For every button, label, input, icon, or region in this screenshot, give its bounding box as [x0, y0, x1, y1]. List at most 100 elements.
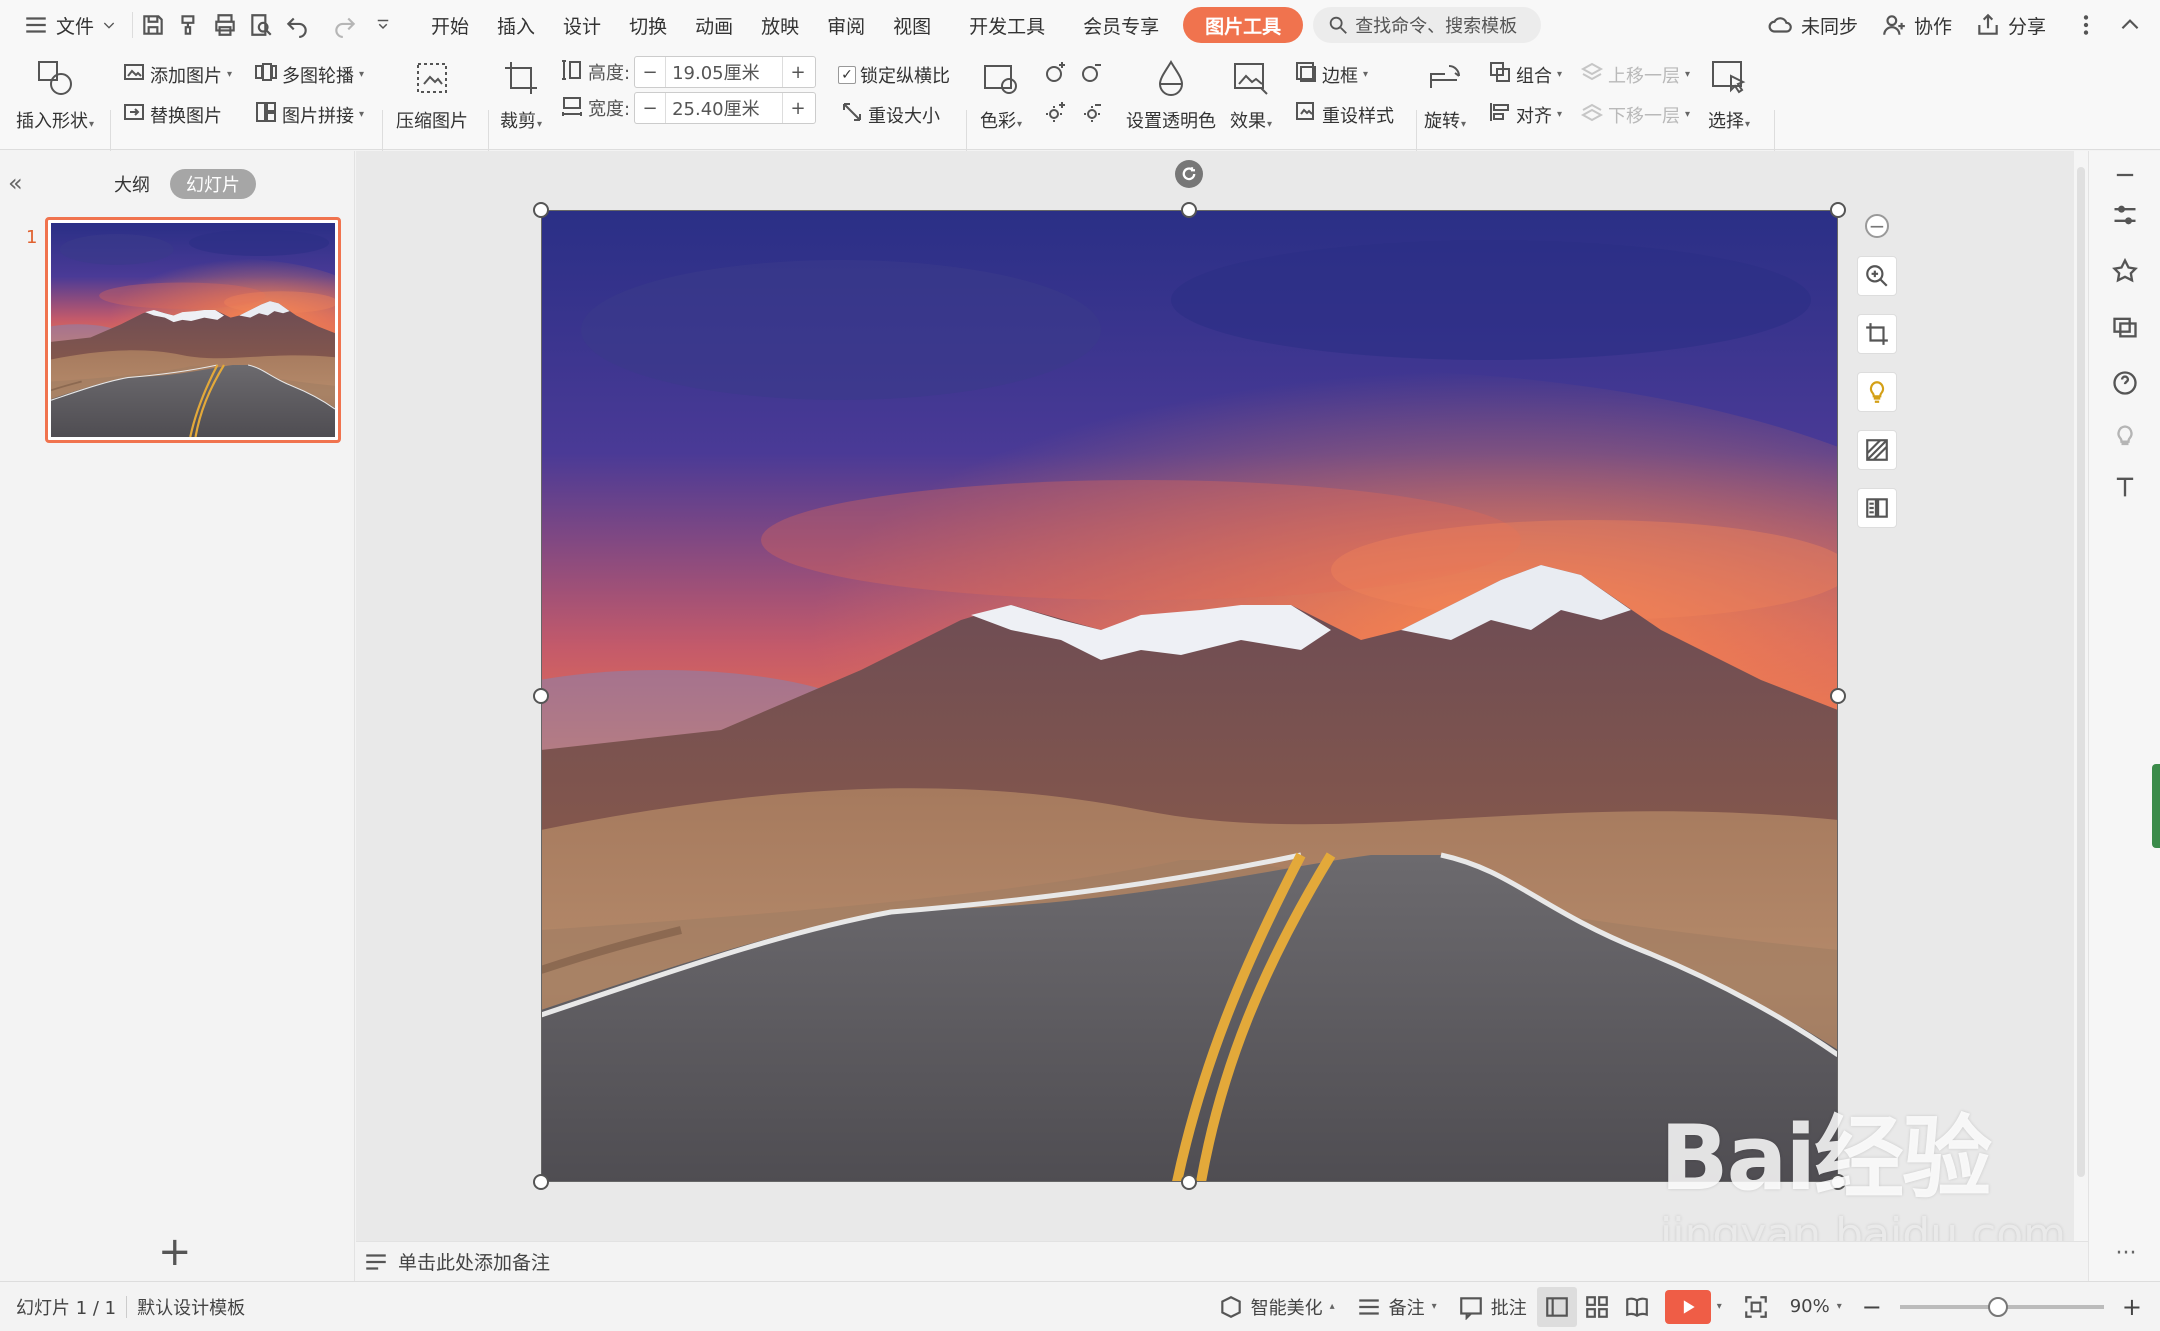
slide-thumbnail[interactable]	[45, 217, 341, 443]
quick-access-more-icon[interactable]	[369, 11, 397, 39]
share-button[interactable]: 分享	[1966, 5, 2054, 45]
side-panel-tab[interactable]	[2152, 764, 2160, 848]
zoom-out-button[interactable]: −	[1852, 1287, 1892, 1327]
search-box[interactable]: 查找命令、搜索模板	[1313, 7, 1542, 43]
redo-icon[interactable]	[331, 11, 359, 39]
undo-icon[interactable]	[283, 11, 311, 39]
compress-image-button[interactable]: 压缩图片	[396, 58, 468, 133]
height-decrease-button[interactable]: −	[635, 62, 665, 83]
contrast-increase-button[interactable]	[1044, 60, 1068, 89]
smart-tool[interactable]	[1857, 372, 1897, 412]
tab-transition[interactable]: 切换	[615, 7, 681, 43]
select-button[interactable]: 选择▾	[1708, 58, 1750, 133]
more-horizontal-icon[interactable]: ···	[2111, 1241, 2141, 1271]
format-painter-icon[interactable]	[175, 11, 203, 39]
brightness-increase-button[interactable]	[1044, 100, 1068, 129]
resize-handle-bottom-left[interactable]	[533, 1174, 549, 1190]
help-icon[interactable]	[2111, 369, 2141, 399]
add-slide-button[interactable]: +	[158, 1229, 192, 1275]
tab-animation[interactable]: 动画	[681, 7, 747, 43]
slide-transition-icon[interactable]	[2111, 313, 2141, 343]
insert-shape-button[interactable]: 插入形状▾	[16, 58, 94, 133]
rotate-button[interactable]: 旋转▾	[1424, 58, 1466, 133]
save-icon[interactable]	[139, 11, 167, 39]
smart-beautify-button[interactable]: 智能美化 ▴	[1207, 1287, 1345, 1327]
width-increase-button[interactable]: +	[783, 98, 813, 119]
collaborate-button[interactable]: 协作	[1872, 5, 1960, 45]
sync-button[interactable]: 未同步	[1759, 5, 1866, 45]
set-transparent-color-button[interactable]: 设置透明色	[1126, 58, 1216, 133]
tab-slideshow[interactable]: 放映	[747, 7, 813, 43]
template-name[interactable]: 默认设计模板	[127, 1287, 255, 1327]
width-input[interactable]	[665, 93, 784, 123]
text-format-icon[interactable]	[2111, 473, 2141, 503]
resize-handle-top[interactable]	[1181, 202, 1197, 218]
effects-button[interactable]: 效果▾	[1230, 58, 1272, 133]
collapse-panel-icon[interactable]: «	[8, 169, 23, 197]
properties-icon[interactable]	[2111, 201, 2141, 231]
scrollbar-thumb[interactable]	[2077, 167, 2085, 1177]
resize-handle-top-left[interactable]	[533, 202, 549, 218]
resize-handle-left[interactable]	[533, 688, 549, 704]
notes-toggle-button[interactable]: 备注 ▾	[1345, 1287, 1447, 1327]
border-button[interactable]: 边框 ▾	[1294, 60, 1368, 89]
picture-style-tool[interactable]	[1857, 430, 1897, 470]
tab-design[interactable]: 设计	[549, 7, 615, 43]
collapse-toolbar-button[interactable]: −	[1865, 214, 1889, 238]
reset-style-button[interactable]: 重设样式	[1294, 100, 1394, 129]
resize-handle-bottom[interactable]	[1181, 1174, 1197, 1190]
selected-picture[interactable]	[541, 210, 1838, 1182]
tab-insert[interactable]: 插入	[483, 7, 549, 43]
rotate-handle[interactable]	[1175, 160, 1203, 188]
resize-handle-top-right[interactable]	[1830, 202, 1846, 218]
collapse-ribbon-icon[interactable]	[2116, 11, 2144, 39]
replace-image-button[interactable]: 替换图片	[122, 100, 222, 129]
zoom-level[interactable]: 90% ▾	[1780, 1287, 1852, 1327]
resize-handle-right[interactable]	[1830, 688, 1846, 704]
contrast-decrease-button[interactable]	[1080, 60, 1104, 89]
file-menu[interactable]: 文件	[14, 5, 126, 45]
tab-picture-tools[interactable]: 图片工具	[1183, 7, 1304, 43]
crop-button[interactable]: 裁剪▾	[500, 58, 542, 133]
play-options-caret-icon[interactable]: ▾	[1717, 1301, 1722, 1312]
lock-ratio-checkbox[interactable]: ✓ 锁定纵横比	[838, 62, 950, 88]
tab-review[interactable]: 审阅	[813, 7, 879, 43]
reading-view-button[interactable]	[1617, 1287, 1657, 1327]
play-slideshow-button[interactable]	[1664, 1289, 1711, 1324]
send-backward-button[interactable]: 下移一层 ▾	[1580, 100, 1690, 129]
tab-slides[interactable]: 幻灯片	[170, 169, 256, 199]
zoom-in-tool[interactable]	[1857, 256, 1897, 296]
tab-outline[interactable]: 大纲	[114, 169, 150, 199]
reset-size-button[interactable]: 重设大小	[840, 100, 940, 129]
add-image-button[interactable]: 添加图片 ▾	[122, 60, 232, 89]
print-preview-icon[interactable]	[247, 11, 275, 39]
group-button[interactable]: 组合 ▾	[1488, 60, 1562, 89]
carousel-button[interactable]: 多图轮播 ▾	[254, 60, 364, 89]
collage-button[interactable]: 图片拼接 ▾	[254, 100, 364, 129]
bring-forward-button[interactable]: 上移一层 ▾	[1580, 60, 1690, 89]
zoom-slider[interactable]	[1899, 1296, 2104, 1317]
crop-tool[interactable]	[1857, 314, 1897, 354]
color-button[interactable]: 色彩▾	[980, 58, 1022, 133]
zoom-slider-knob[interactable]	[1987, 1296, 2008, 1317]
slide-sorter-button[interactable]	[1577, 1287, 1617, 1327]
sidebar-menu-icon[interactable]	[2111, 161, 2141, 191]
brightness-decrease-button[interactable]	[1080, 100, 1104, 129]
fit-window-button[interactable]	[1732, 1287, 1780, 1327]
layout-tool[interactable]	[1857, 488, 1897, 528]
notes-bar[interactable]: 单击此处添加备注	[356, 1241, 2088, 1281]
vertical-scrollbar[interactable]	[2074, 151, 2088, 1241]
normal-view-button[interactable]	[1536, 1286, 1577, 1327]
tab-start[interactable]: 开始	[417, 7, 483, 43]
height-input[interactable]	[665, 57, 784, 87]
tab-developer[interactable]: 开发工具	[955, 7, 1059, 43]
height-increase-button[interactable]: +	[783, 62, 813, 83]
zoom-in-button[interactable]: +	[2112, 1287, 2152, 1327]
comments-button[interactable]: 批注	[1447, 1287, 1537, 1327]
print-icon[interactable]	[211, 11, 239, 39]
more-vertical-icon[interactable]	[2072, 11, 2100, 39]
align-button[interactable]: 对齐 ▾	[1488, 100, 1562, 129]
tab-view[interactable]: 视图	[879, 7, 945, 43]
width-decrease-button[interactable]: −	[635, 98, 665, 119]
tips-bulb-icon[interactable]	[2111, 423, 2141, 453]
